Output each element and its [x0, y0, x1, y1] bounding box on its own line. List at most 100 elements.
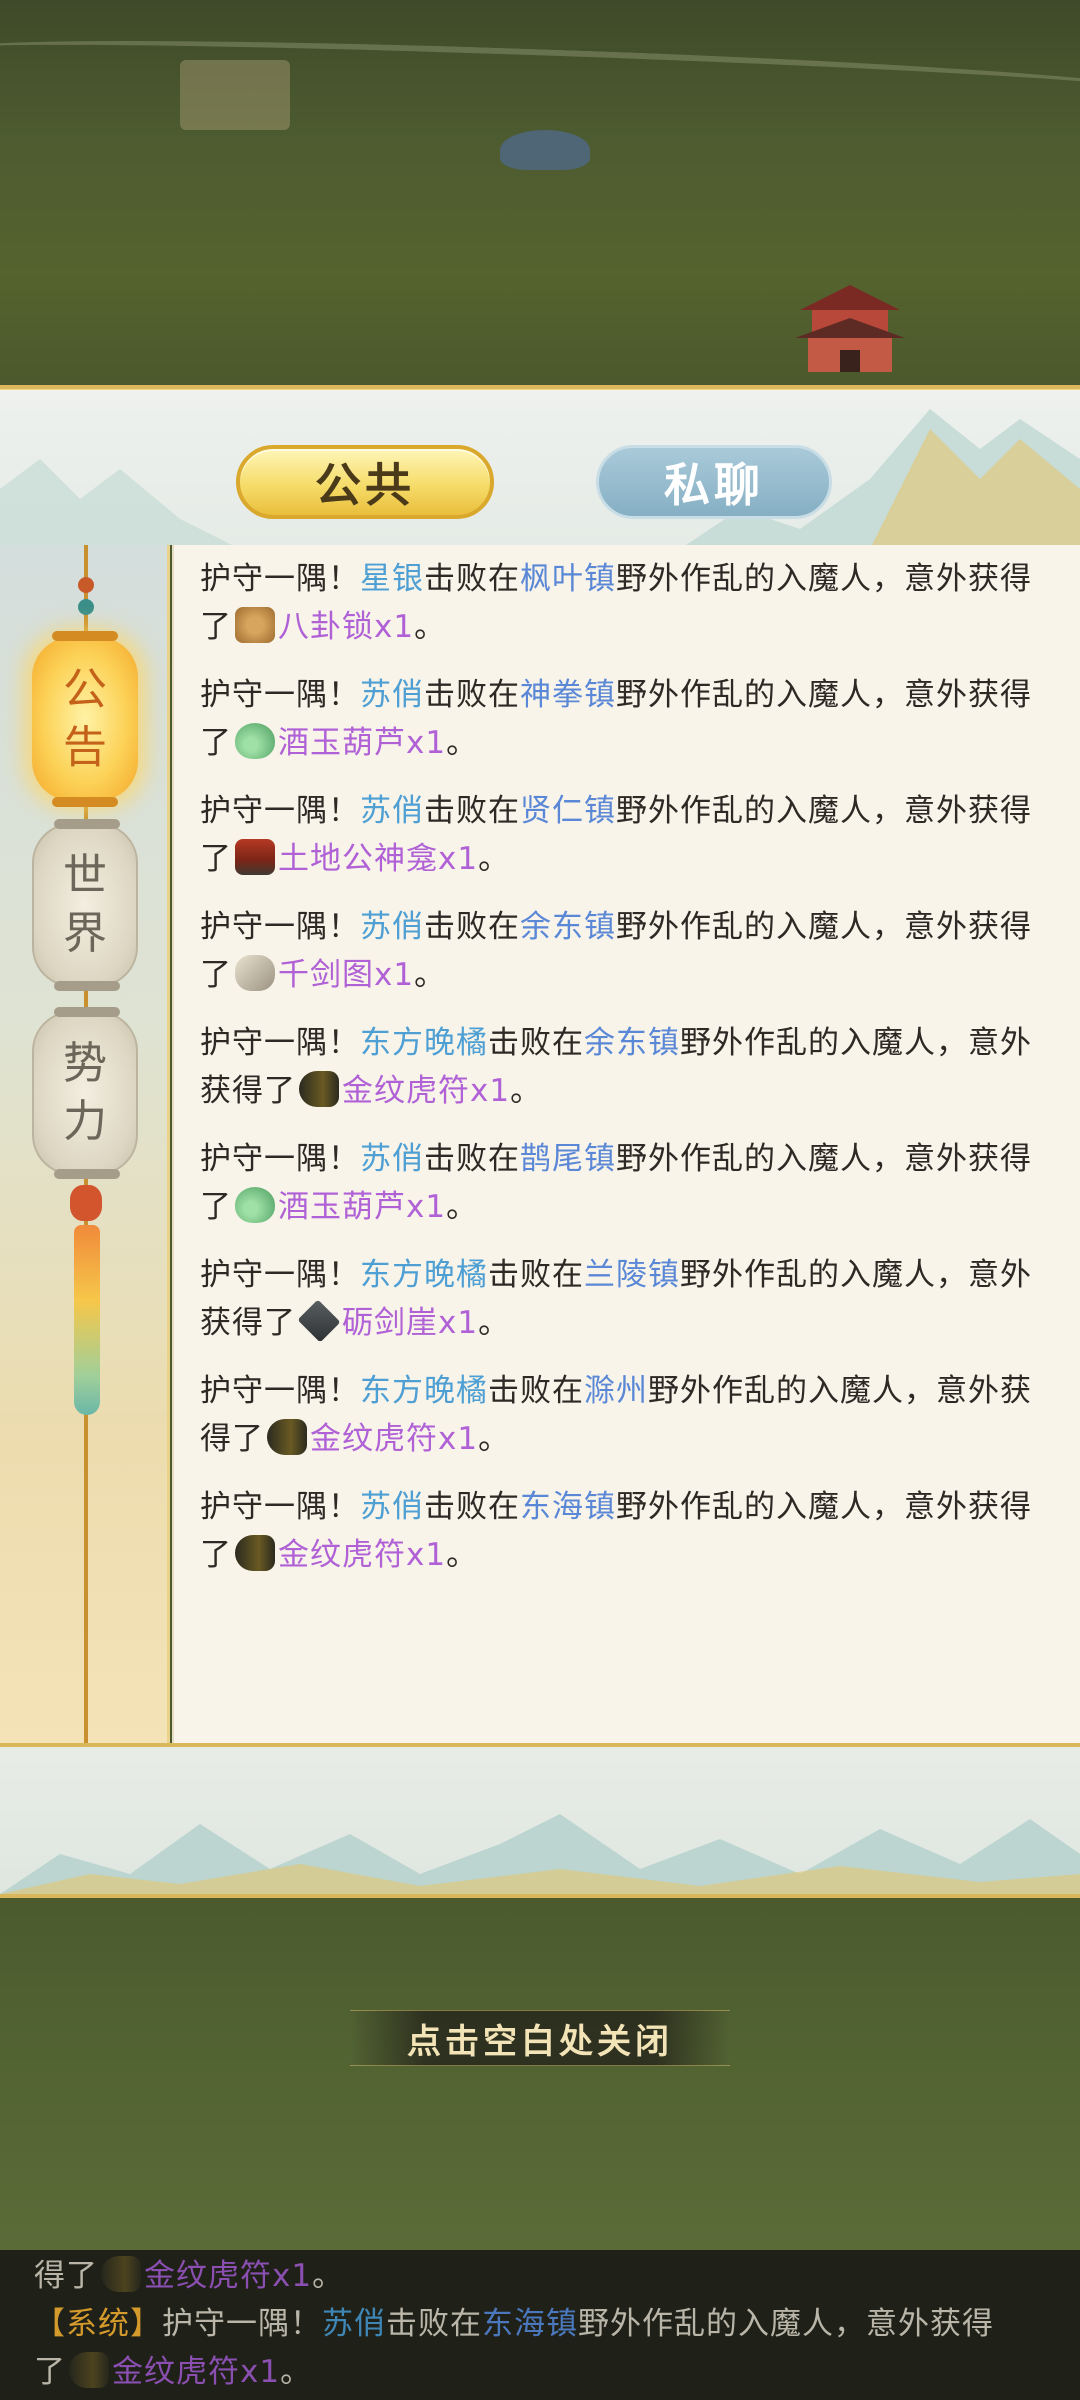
location-name[interactable]: 鹊尾镇: [520, 1141, 616, 1177]
message-end: 。: [478, 841, 511, 877]
tiger-tally-icon: [101, 2256, 141, 2292]
message-end: 。: [478, 1421, 511, 1457]
background-scene-bottom[interactable]: [0, 1890, 1080, 2250]
chat-line: 【系统】护守一隅！苏俏击败在东海镇野外作乱的入魔人，意外获得: [34, 2300, 1064, 2348]
message-end: 。: [414, 957, 447, 993]
background-scene-top[interactable]: [0, 0, 1080, 390]
tab-private[interactable]: 私聊: [596, 445, 832, 519]
message-verb: 击败在: [424, 909, 520, 945]
player-name[interactable]: 东方晚橘: [360, 1257, 488, 1293]
item-name[interactable]: 酒玉葫芦x1: [278, 725, 446, 761]
message-end: 。: [446, 1537, 479, 1573]
message-prefix: 护守一隅！: [200, 561, 360, 597]
message-item: 护守一隅！东方晚橘击败在滁州野外作乱的入魔人，意外获得了 金纹虎符x1。: [200, 1367, 1050, 1463]
channel-world-lantern[interactable]: 世 界: [32, 819, 138, 991]
tassel-ornament: [74, 1225, 100, 1415]
item-name[interactable]: 酒玉葫芦x1: [278, 1189, 446, 1225]
panel-footer: [0, 1743, 1080, 1898]
location-name[interactable]: 余东镇: [584, 1025, 680, 1061]
item-name[interactable]: 金纹虎符x1: [342, 1073, 510, 1109]
chat-text: 得了: [34, 2258, 98, 2294]
header-mountains-left: [0, 459, 232, 545]
location-name[interactable]: 兰陵镇: [584, 1257, 680, 1293]
chat-text: 护守一隅！: [162, 2306, 322, 2342]
tab-public[interactable]: 公共: [236, 445, 494, 519]
lantern-cap: [54, 981, 120, 991]
player-name[interactable]: 星银: [360, 561, 424, 597]
item-name[interactable]: 土地公神龛x1: [278, 841, 478, 877]
player-name[interactable]: 苏俏: [360, 1141, 424, 1177]
message-prefix: 护守一隅！: [200, 1489, 360, 1525]
channel-label-char: 势: [63, 1038, 107, 1089]
player-name[interactable]: 东方晚橘: [360, 1025, 488, 1061]
item-name[interactable]: 金纹虎符x1: [278, 1537, 446, 1573]
background-rock: [500, 130, 590, 170]
channel-label-char: 告: [63, 722, 107, 773]
message-verb: 击败在: [488, 1257, 584, 1293]
gourd-icon: [235, 1187, 275, 1223]
message-prefix: 护守一隅！: [200, 1257, 360, 1293]
chat-text: 击败在: [386, 2306, 482, 2342]
close-hint-button[interactable]: 点击空白处关闭: [350, 2010, 730, 2066]
chat-line: 得了 金纹虎符x1。: [34, 2252, 1064, 2300]
location-name[interactable]: 贤仁镇: [520, 793, 616, 829]
message-prefix: 护守一隅！: [200, 793, 360, 829]
lantern-cap: [54, 1007, 120, 1017]
player-name[interactable]: 苏俏: [360, 793, 424, 829]
chat-line: 了 金纹虎符x1。: [34, 2348, 1064, 2396]
channel-label-char: 界: [63, 908, 107, 959]
cliff-icon: [297, 1299, 341, 1343]
message-end: 。: [446, 725, 479, 761]
background-road: [0, 29, 1080, 111]
tiger-tally-icon: [69, 2352, 109, 2388]
message-end: 。: [446, 1189, 479, 1225]
message-end: 。: [414, 609, 447, 645]
lantern-cap: [52, 797, 118, 807]
channel-sidebar: 公 告 世 界 势 力: [0, 545, 170, 1745]
location-name[interactable]: 余东镇: [520, 909, 616, 945]
channel-faction-lantern[interactable]: 势 力: [32, 1007, 138, 1179]
background-hut: [180, 60, 290, 130]
bead-ornament: [78, 577, 94, 593]
chat-item-name: 金纹虎符x1: [112, 2354, 281, 2390]
player-name[interactable]: 苏俏: [360, 1489, 424, 1525]
message-prefix: 护守一隅！: [200, 1373, 360, 1409]
channel-label-char: 世: [63, 850, 107, 901]
location-name[interactable]: 枫叶镇: [520, 561, 616, 597]
location-name[interactable]: 滁州: [584, 1373, 648, 1409]
scroll-icon: [235, 955, 275, 991]
player-name[interactable]: 苏俏: [360, 909, 424, 945]
chat-player-name: 苏俏: [322, 2306, 386, 2342]
lock-icon: [235, 607, 275, 643]
chat-item-name: 金纹虎符x1: [144, 2258, 313, 2294]
message-verb: 击败在: [424, 1489, 520, 1525]
location-name[interactable]: 东海镇: [520, 1489, 616, 1525]
item-name[interactable]: 千剑图x1: [278, 957, 414, 993]
message-item: 护守一隅！东方晚橘击败在兰陵镇野外作乱的入魔人，意外获得了 砺剑崖x1。: [200, 1251, 1050, 1347]
message-item: 护守一隅！东方晚橘击败在余东镇野外作乱的入魔人，意外获得了 金纹虎符x1。: [200, 1019, 1050, 1115]
message-list[interactable]: 护守一隅！星银击败在枫叶镇野外作乱的入魔人，意外获得了 八卦锁x1。 护守一隅！苏…: [172, 545, 1080, 1743]
item-name[interactable]: 金纹虎符x1: [310, 1421, 478, 1457]
chat-text: 了: [34, 2354, 66, 2390]
channel-announcement-lantern[interactable]: 公 告: [32, 631, 138, 807]
message-item: 护守一隅！苏俏击败在东海镇野外作乱的入魔人，意外获得了 金纹虎符x1。: [200, 1483, 1050, 1579]
chat-text: 野外作乱的入魔人，意外获得: [578, 2306, 994, 2342]
message-verb: 击败在: [424, 561, 520, 597]
chat-preview-strip[interactable]: 得了 金纹虎符x1。 【系统】护守一隅！苏俏击败在东海镇野外作乱的入魔人，意外获得…: [0, 2250, 1080, 2400]
lantern-cap: [52, 631, 118, 641]
lantern-cap: [54, 819, 120, 829]
message-item: 护守一隅！苏俏击败在神拳镇野外作乱的入魔人，意外获得了 酒玉葫芦x1。: [200, 671, 1050, 767]
player-name[interactable]: 东方晚橘: [360, 1373, 488, 1409]
message-verb: 击败在: [488, 1025, 584, 1061]
location-name[interactable]: 神拳镇: [520, 677, 616, 713]
item-name[interactable]: 八卦锁x1: [278, 609, 414, 645]
chat-location-name: 东海镇: [482, 2306, 578, 2342]
player-name[interactable]: 苏俏: [360, 677, 424, 713]
message-item: 护守一隅！苏俏击败在贤仁镇野外作乱的入魔人，意外获得了 土地公神龛x1。: [200, 787, 1050, 883]
message-prefix: 护守一隅！: [200, 909, 360, 945]
message-end: 。: [510, 1073, 543, 1109]
item-name[interactable]: 砺剑崖x1: [342, 1305, 478, 1341]
message-item: 护守一隅！苏俏击败在余东镇野外作乱的入魔人，意外获得了 千剑图x1。: [200, 903, 1050, 999]
shrine-icon: [235, 839, 275, 875]
message-end: 。: [478, 1305, 511, 1341]
